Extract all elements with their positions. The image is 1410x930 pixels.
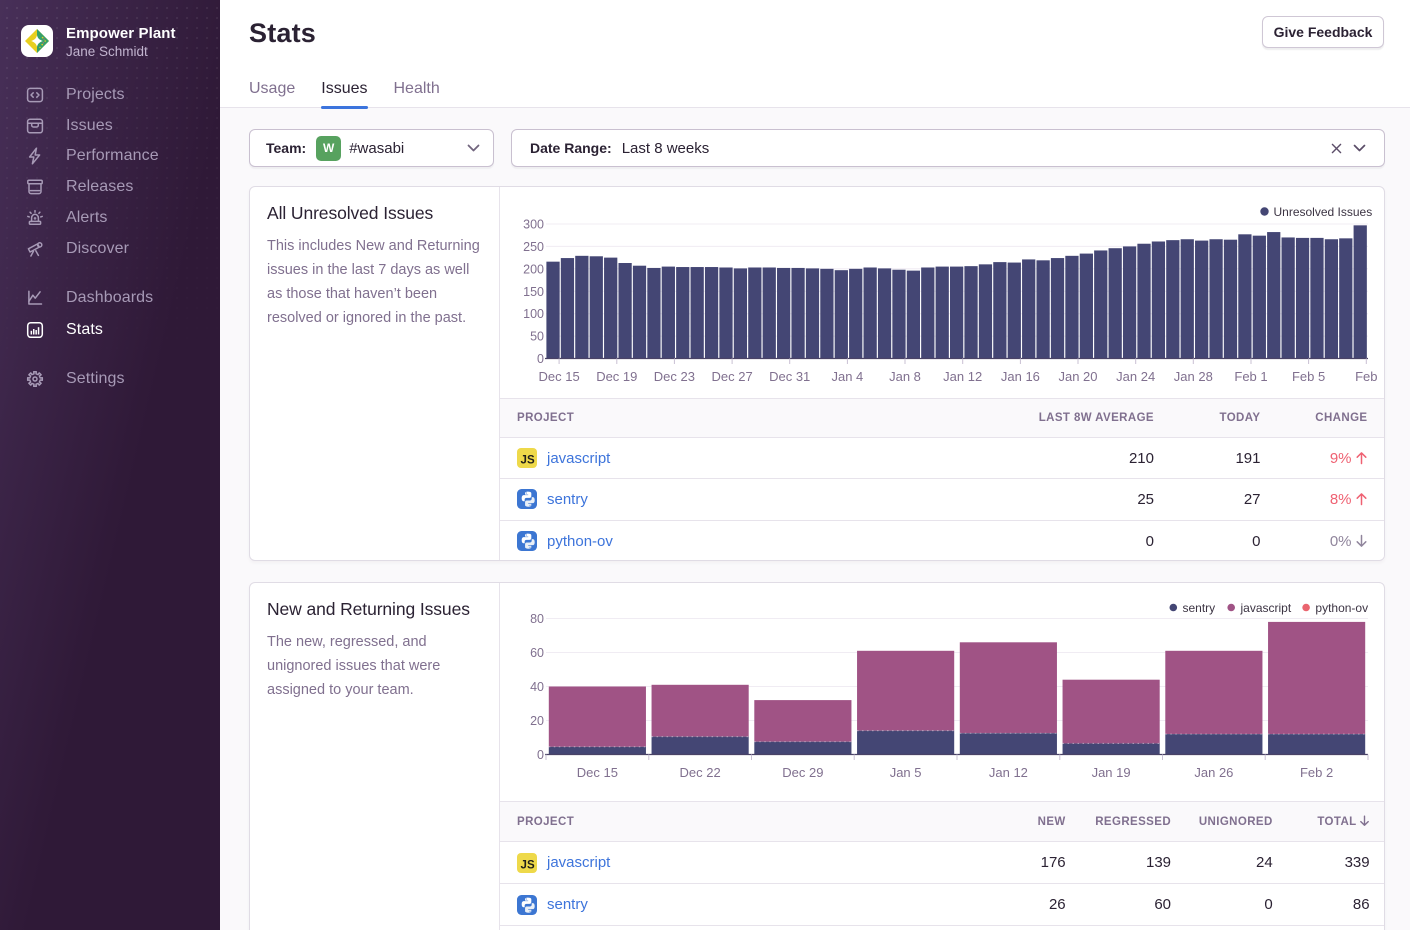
- svg-text:Dec 19: Dec 19: [596, 369, 637, 384]
- svg-text:sentry: sentry: [1183, 601, 1216, 615]
- svg-text:Jan 12: Jan 12: [989, 765, 1028, 780]
- svg-text:Jan 28: Jan 28: [1174, 369, 1213, 384]
- svg-text:Feb 1: Feb 1: [1234, 369, 1267, 384]
- svg-text:0: 0: [537, 352, 544, 366]
- svg-text:Dec 29: Dec 29: [782, 765, 823, 780]
- svg-text:Dec 15: Dec 15: [538, 369, 579, 384]
- svg-text:Jan 26: Jan 26: [1194, 765, 1233, 780]
- svg-text:80: 80: [530, 612, 544, 626]
- svg-text:Jan 12: Jan 12: [943, 369, 982, 384]
- svg-text:250: 250: [523, 240, 544, 254]
- svg-text:Jan 24: Jan 24: [1116, 369, 1155, 384]
- svg-text:150: 150: [523, 285, 544, 299]
- svg-text:python-ov: python-ov: [1315, 601, 1368, 615]
- svg-text:300: 300: [523, 218, 544, 232]
- svg-text:javascript: javascript: [1240, 601, 1292, 615]
- svg-text:Jan 19: Jan 19: [1092, 765, 1131, 780]
- svg-text:Jan 5: Jan 5: [890, 765, 922, 780]
- svg-text:Jan 20: Jan 20: [1058, 369, 1097, 384]
- svg-text:Dec 27: Dec 27: [711, 369, 752, 384]
- svg-text:Feb 2: Feb 2: [1300, 765, 1333, 780]
- svg-text:20: 20: [530, 714, 544, 728]
- svg-text:Jan 16: Jan 16: [1001, 369, 1040, 384]
- svg-text:Dec 31: Dec 31: [769, 369, 810, 384]
- svg-text:Jan 8: Jan 8: [889, 369, 921, 384]
- svg-text:Dec 15: Dec 15: [577, 765, 618, 780]
- svg-text:200: 200: [523, 262, 544, 276]
- svg-text:Unresolved Issues: Unresolved Issues: [1274, 205, 1373, 219]
- svg-text:Feb 5: Feb 5: [1292, 369, 1325, 384]
- svg-text:100: 100: [523, 307, 544, 321]
- svg-text:0: 0: [537, 748, 544, 762]
- svg-text:60: 60: [530, 646, 544, 660]
- svg-text:Jan 4: Jan 4: [831, 369, 863, 384]
- svg-text:Dec 23: Dec 23: [654, 369, 695, 384]
- svg-text:JS: JS: [521, 455, 535, 467]
- svg-text:JS: JS: [521, 859, 535, 871]
- svg-text:50: 50: [530, 330, 544, 344]
- svg-text:Dec 22: Dec 22: [679, 765, 720, 780]
- svg-text:Feb: Feb: [1355, 369, 1377, 384]
- svg-text:40: 40: [530, 680, 544, 694]
